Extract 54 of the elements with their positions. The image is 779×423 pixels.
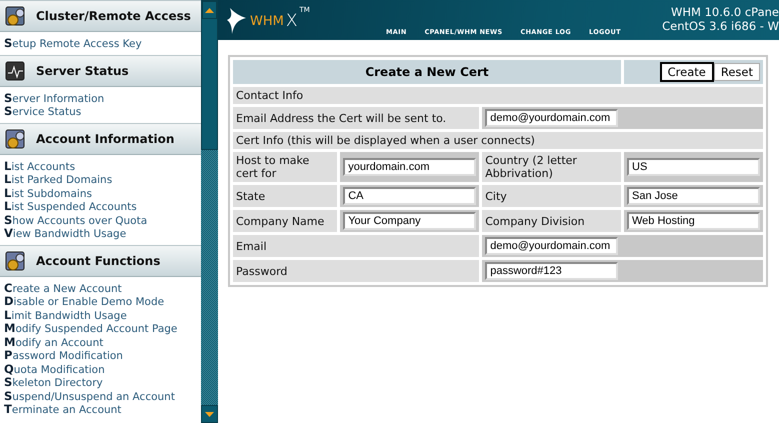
sidebar-link[interactable]: Password Modification — [4, 349, 201, 362]
input-field[interactable]: password#123 — [485, 262, 618, 280]
input-field[interactable]: Web Hosting — [627, 212, 760, 230]
sidebar-link[interactable]: Modify an Account — [4, 336, 201, 349]
logo-text: X — [286, 11, 298, 31]
field-label: Host to make cert for — [233, 152, 338, 182]
reset-button[interactable]: Reset — [714, 63, 760, 81]
sidebar-link[interactable]: Limit Bandwidth Usage — [4, 308, 201, 322]
section-title: Account Functions — [36, 254, 160, 268]
sidebar-link[interactable]: Quota Modification — [4, 362, 201, 376]
sidebar-link[interactable]: Skeleton Directory — [4, 376, 201, 390]
section-title: Account Information — [36, 132, 174, 146]
scroll-up-icon[interactable] — [205, 8, 214, 12]
logo-text: WHM — [250, 14, 284, 28]
sidebar-link[interactable]: List Suspended Accounts — [4, 200, 201, 214]
sidebar-link[interactable]: Create a New Account — [4, 282, 201, 295]
field-label: Email — [233, 235, 480, 257]
sidebar-link[interactable]: List Parked Domains — [4, 173, 201, 186]
sidebar-link[interactable]: List Accounts — [4, 160, 201, 173]
field-label: Email Address the Cert will be sent to. — [233, 107, 480, 129]
sidebar-link[interactable]: Suspend/Unsuspend an Account — [4, 390, 201, 403]
input-field[interactable]: US — [627, 158, 760, 176]
input-field[interactable]: demo@yourdomain.com — [485, 237, 618, 255]
form-title: Create a New Cert — [233, 60, 621, 84]
input-field[interactable]: demo@yourdomain.com — [485, 109, 618, 127]
field-label: Company Name — [233, 210, 338, 232]
input-field[interactable]: Your Company — [343, 212, 476, 230]
input-field[interactable]: CA — [343, 187, 476, 205]
scroll-down-icon[interactable] — [205, 412, 214, 416]
create-button[interactable]: Create — [660, 62, 714, 82]
field-label: Company Division — [482, 210, 621, 232]
input-field[interactable]: yourdomain.com — [343, 158, 476, 176]
input-field[interactable]: San Jose — [627, 187, 760, 205]
sidebar-link[interactable]: Disable or Enable Demo Mode — [4, 295, 201, 308]
field-label: State — [233, 185, 338, 207]
field-label: City — [482, 185, 621, 207]
sidebar-link[interactable]: Server Information — [4, 92, 201, 105]
section-title: Cluster/Remote Access — [36, 9, 191, 23]
version-text: CentOS 3.6 i686 - W — [662, 19, 779, 33]
section-label: Cert Info (this will be displayed when a user connects) — [233, 132, 763, 149]
version-text: WHM 10.6.0 cPane — [671, 5, 779, 19]
section-label: Contact Info — [233, 87, 763, 104]
sidebar-link[interactable]: Terminate an Account — [4, 403, 201, 416]
field-label: Country (2 letter Abbrivation) — [482, 152, 621, 182]
field-label: Password — [233, 260, 480, 282]
scrollbar[interactable] — [201, 0, 218, 423]
sidebar-link[interactable]: Setup Remote Access Key — [4, 37, 201, 50]
sidebar-link[interactable]: Modify Suspended Account Page — [4, 322, 201, 336]
sidebar-link[interactable]: Show Accounts over Quota — [4, 214, 201, 227]
sidebar-link[interactable]: Service Status — [4, 105, 201, 118]
logo-icon — [226, 6, 248, 36]
sidebar-link[interactable]: List Subdomains — [4, 186, 201, 200]
section-title: Server Status — [36, 64, 129, 78]
sidebar-link[interactable]: View Bandwidth Usage — [4, 227, 201, 240]
